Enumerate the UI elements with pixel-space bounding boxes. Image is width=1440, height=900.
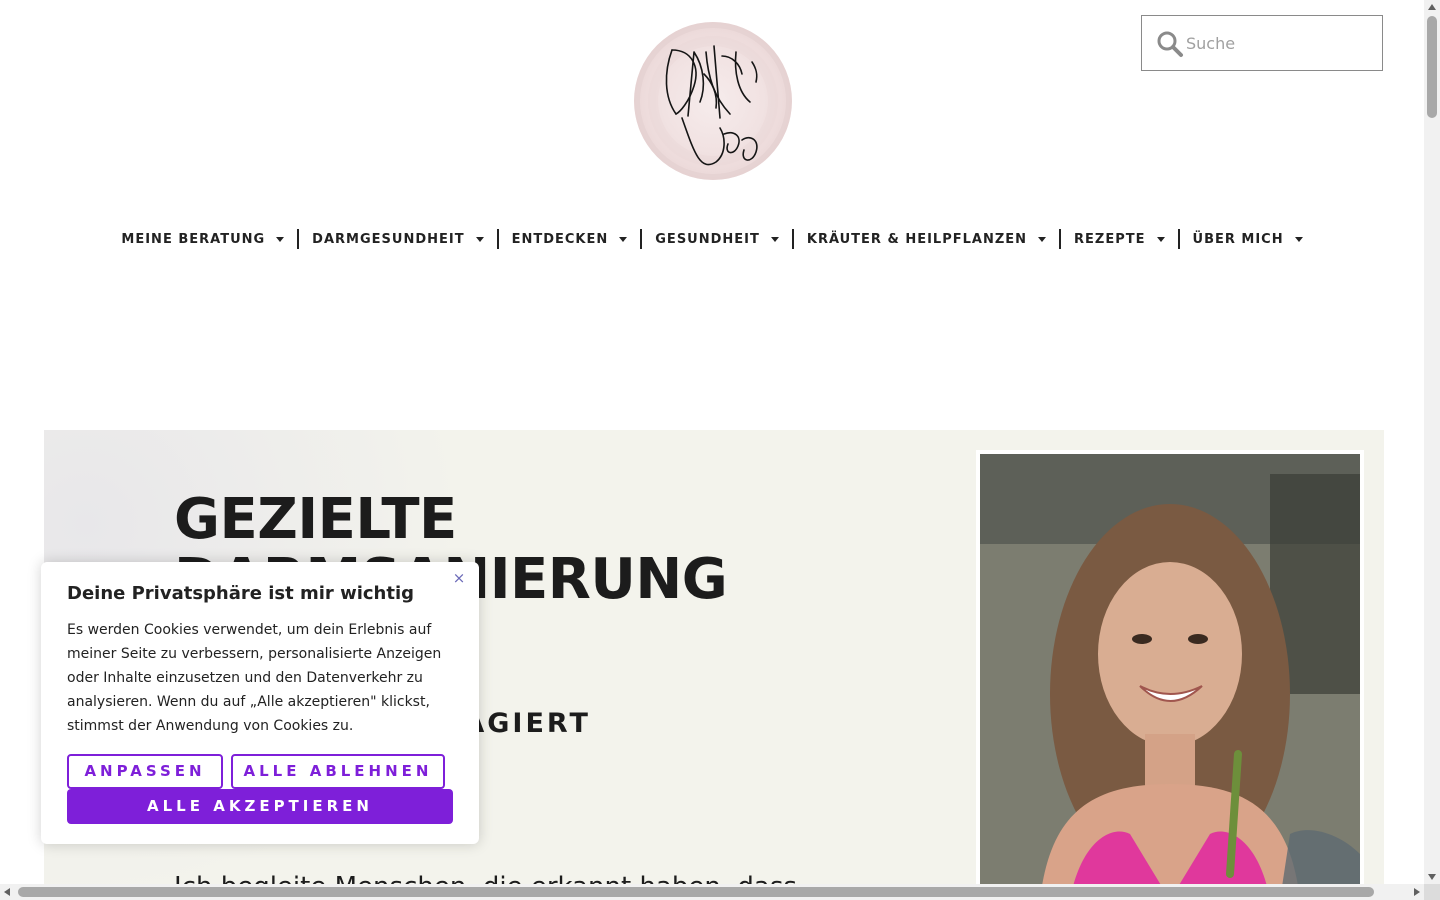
main-navigation: MEINE BERATUNG DARMGESUNDHEIT ENTDECKEN … — [0, 226, 1424, 252]
site-logo[interactable] — [634, 22, 792, 180]
portrait-illustration — [980, 454, 1360, 900]
cookie-title: Deine Privatsphäre ist mir wichtig — [67, 583, 415, 604]
reject-all-button[interactable]: ALLE ABLEHNEN — [231, 754, 445, 789]
nav-item-darmgesundheit[interactable]: DARMGESUNDHEIT — [299, 229, 496, 249]
horizontal-scroll-thumb[interactable] — [18, 887, 1374, 897]
accept-all-button[interactable]: ALLE AKZEPTIEREN — [67, 789, 453, 824]
search-box[interactable] — [1141, 15, 1383, 71]
chevron-down-icon[interactable] — [619, 236, 628, 242]
vertical-scroll-thumb[interactable] — [1427, 16, 1437, 118]
horizontal-scrollbar[interactable] — [0, 884, 1424, 900]
nav-item-label: KRÄUTER & HEILPFLANZEN — [806, 231, 1028, 247]
nav-item-gesundheit[interactable]: GESUNDHEIT — [642, 229, 792, 249]
vertical-scrollbar[interactable] — [1424, 0, 1440, 884]
chevron-down-icon[interactable] — [276, 236, 285, 242]
nav-item-label: DARMGESUNDHEIT — [312, 231, 465, 247]
page: MEINE BERATUNG DARMGESUNDHEIT ENTDECKEN … — [0, 0, 1440, 900]
scroll-down-icon[interactable] — [1428, 874, 1436, 880]
chevron-down-icon[interactable] — [1294, 236, 1303, 242]
nav-item-label: ENTDECKEN — [511, 231, 609, 247]
hero-title-line-1: GEZIELTE — [174, 487, 457, 552]
search-icon[interactable] — [1156, 30, 1184, 58]
nav-item-ueber-mich[interactable]: ÜBER MICH — [1180, 229, 1316, 249]
nav-item-label: MEINE BERATUNG — [121, 231, 266, 247]
nav-item-kraeuter-heilpflanzen[interactable]: KRÄUTER & HEILPFLANZEN — [794, 229, 1059, 249]
close-icon[interactable]: × — [452, 571, 466, 586]
nav-item-label: ÜBER MICH — [1192, 231, 1284, 247]
nav-item-entdecken[interactable]: ENTDECKEN — [499, 229, 641, 249]
nav-item-rezepte[interactable]: REZEPTE — [1061, 229, 1177, 249]
scroll-right-icon[interactable] — [1414, 888, 1420, 896]
chevron-down-icon[interactable] — [1156, 236, 1165, 242]
scroll-up-icon[interactable] — [1428, 4, 1436, 10]
scrollbar-corner — [1424, 884, 1440, 900]
nav-item-label: REZEPTE — [1074, 231, 1146, 247]
cookie-consent-dialog: × Deine Privatsphäre ist mir wichtig Es … — [41, 562, 479, 844]
logo-mark-icon — [634, 22, 792, 180]
portrait-frame — [976, 450, 1364, 900]
chevron-down-icon[interactable] — [475, 236, 484, 242]
portrait-photo — [980, 454, 1360, 900]
chevron-down-icon[interactable] — [1038, 236, 1047, 242]
customize-button[interactable]: ANPASSEN — [67, 754, 223, 789]
search-input[interactable] — [1186, 28, 1371, 58]
chevron-down-icon[interactable] — [770, 236, 779, 242]
scroll-left-icon[interactable] — [4, 888, 10, 896]
cookie-description: Es werden Cookies verwendet, um dein Erl… — [67, 622, 442, 734]
nav-item-label: GESUNDHEIT — [655, 231, 760, 247]
nav-item-meine-beratung[interactable]: MEINE BERATUNG — [108, 229, 297, 249]
